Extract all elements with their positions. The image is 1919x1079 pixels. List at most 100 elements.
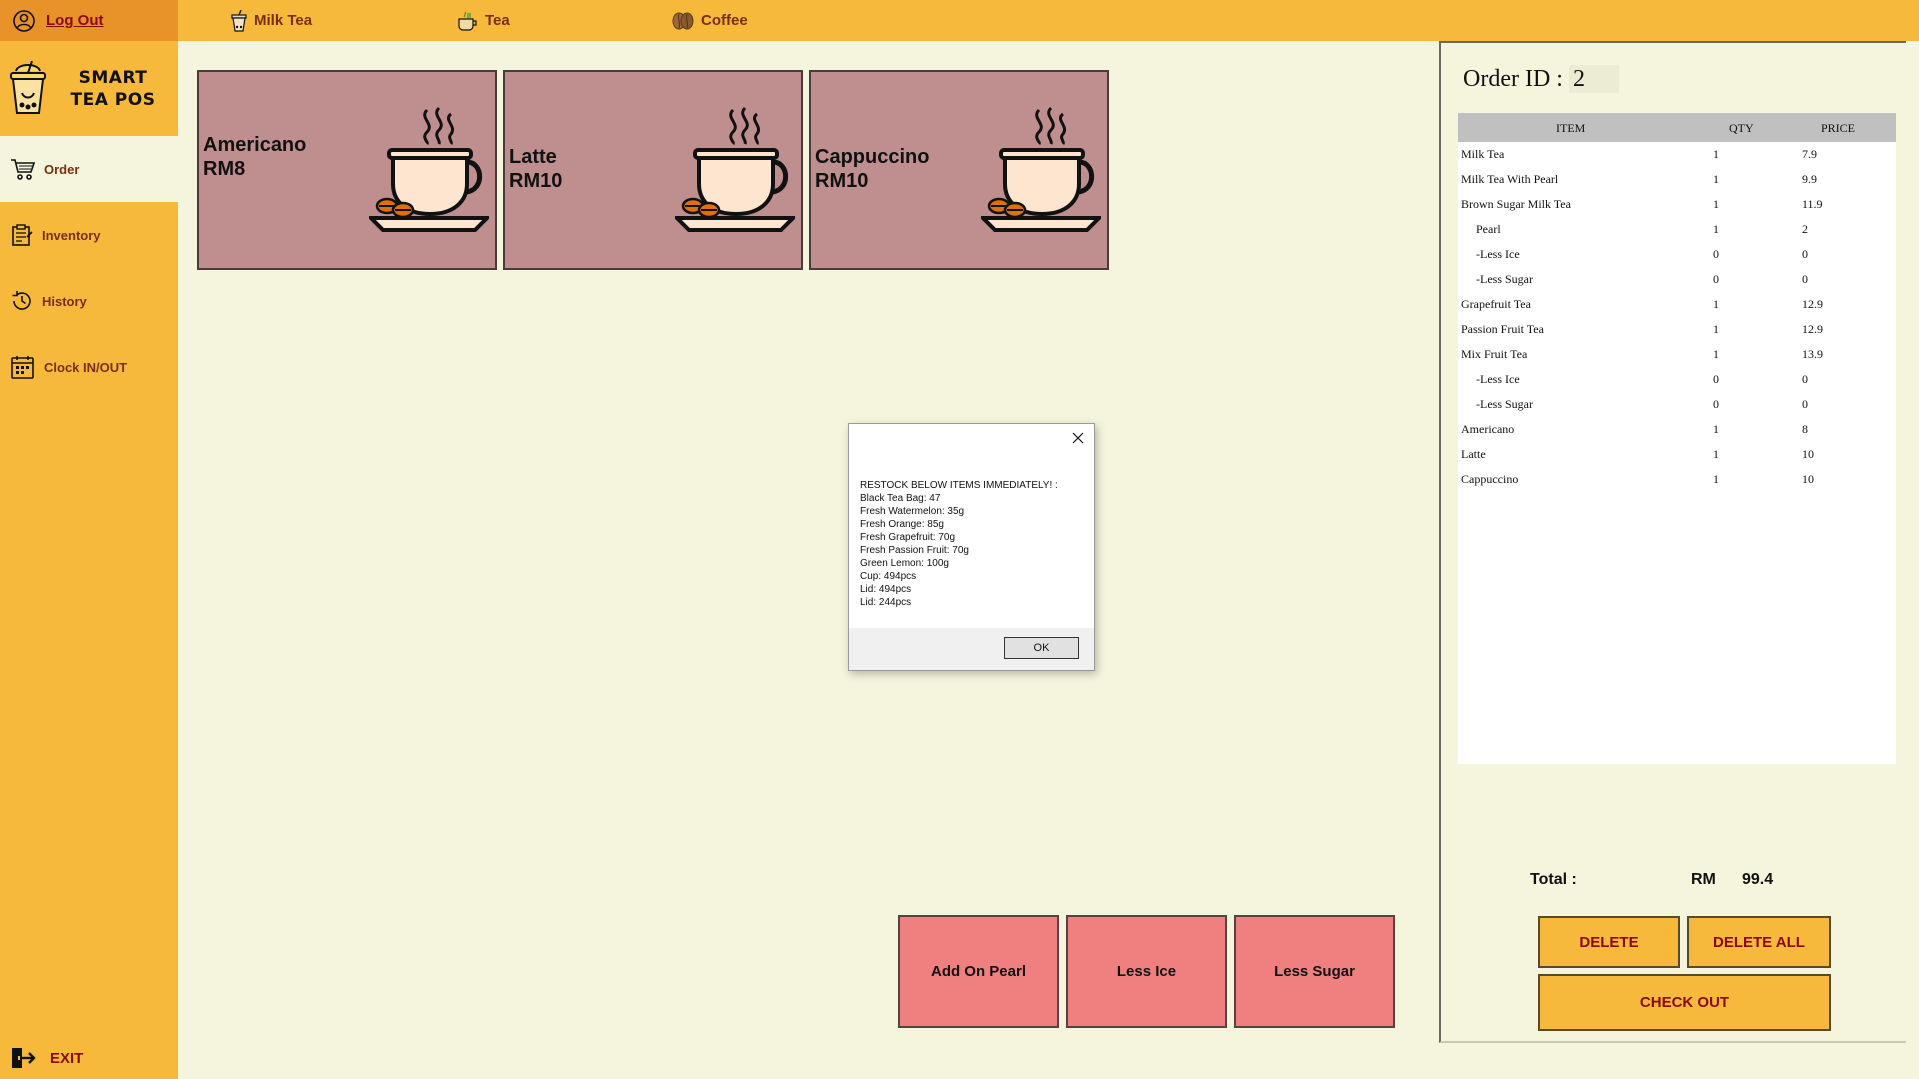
order-id-label: Order ID : <box>1463 65 1563 92</box>
dialog-line: Black Tea Bag: 47 <box>860 493 941 504</box>
column-header-item: ITEM <box>1556 121 1586 135</box>
product-price: RM8 <box>203 158 246 180</box>
table-row[interactable]: Mix Fruit Tea 1 13.9 <box>1458 342 1896 367</box>
table-row[interactable]: -Less Sugar 0 0 <box>1458 267 1896 292</box>
cell-item: -Less Ice <box>1476 372 1520 386</box>
table-row[interactable]: -Less Ice 0 0 <box>1458 242 1896 267</box>
cell-price: 0 <box>1802 247 1808 261</box>
checkout-button[interactable]: CHECK OUT <box>1538 974 1831 1031</box>
milk-tea-icon <box>231 9 247 32</box>
cell-qty: 1 <box>1713 297 1719 311</box>
tab-milk-tea[interactable]: Milk Tea <box>230 0 312 41</box>
cell-price: 2 <box>1802 222 1808 236</box>
logout-label: Log Out <box>46 12 104 29</box>
product-card-cappuccino[interactable]: Cappuccino RM10 <box>809 70 1109 270</box>
sidebar-item-label: Order <box>44 161 80 177</box>
product-price: RM10 <box>509 170 563 192</box>
table-row[interactable]: Milk Tea 1 7.9 <box>1458 142 1896 167</box>
cell-price: 11.9 <box>1802 197 1823 211</box>
dialog-line: Lid: 494pcs <box>860 584 912 595</box>
sidebar-item-label: Clock IN/OUT <box>44 359 128 375</box>
sidebar-item-order[interactable]: Order <box>0 136 178 202</box>
cell-qty: 1 <box>1713 472 1719 486</box>
coffee-cup-icon <box>369 106 489 232</box>
product-card-latte[interactable]: Latte RM10 <box>503 70 803 270</box>
cell-price: 7.9 <box>1802 147 1817 161</box>
order-panel: Order ID : 2 ITEM QTY PRICE Milk Tea 1 7.9… <box>1439 41 1906 1043</box>
product-name: Americano <box>203 134 307 156</box>
table-row[interactable]: Milk Tea With Pearl 1 9.9 <box>1458 167 1896 192</box>
table-row[interactable]: Grapefruit Tea 1 12.9 <box>1458 292 1896 317</box>
cell-item: -Less Sugar <box>1476 397 1533 411</box>
cell-item: Milk Tea <box>1461 147 1505 161</box>
sidebar-item-history[interactable]: History <box>0 268 178 334</box>
button-label: DELETE ALL <box>1713 933 1805 951</box>
less-ice-button[interactable]: Less Ice <box>1066 915 1227 1028</box>
dialog-line: Fresh Watermelon: 35g <box>860 506 965 517</box>
logout-button[interactable]: Log Out <box>0 0 178 41</box>
order-id-value: 2 <box>1568 65 1619 93</box>
category-bar: Milk Tea Tea Coffee <box>178 0 1919 41</box>
cell-price: 13.9 <box>1802 347 1823 361</box>
cell-item: Passion Fruit Tea <box>1461 322 1544 336</box>
add-on-pearl-button[interactable]: Add On Pearl <box>898 915 1059 1028</box>
restock-alert-dialog: RESTOCK BELOW ITEMS IMMEDIATELY! : Black … <box>848 423 1095 671</box>
button-label: DELETE <box>1579 933 1639 951</box>
cell-price: 12.9 <box>1802 297 1823 311</box>
order-table[interactable]: ITEM QTY PRICE Milk Tea 1 7.9 Milk Tea With… <box>1458 113 1896 764</box>
coffee-cup-icon <box>981 106 1101 232</box>
tab-label: Coffee <box>701 12 748 29</box>
sidebar-item-inventory[interactable]: Inventory <box>0 202 178 268</box>
table-row[interactable]: Americano 1 8 <box>1458 417 1896 442</box>
table-row[interactable]: Cappuccino 1 10 <box>1458 467 1896 492</box>
dialog-line: Fresh Orange: 85g <box>860 519 944 530</box>
cell-qty: 0 <box>1713 372 1719 386</box>
cell-item: Pearl <box>1476 222 1501 236</box>
sidebar-item-label: History <box>42 293 87 309</box>
cell-item: Mix Fruit Tea <box>1461 347 1528 361</box>
dialog-line: RESTOCK BELOW ITEMS IMMEDIATELY! : <box>860 480 1058 491</box>
cell-price: 12.9 <box>1802 322 1823 336</box>
cell-price: 0 <box>1802 272 1808 286</box>
product-name: Latte <box>509 146 557 168</box>
exit-button[interactable]: EXIT <box>0 1040 178 1076</box>
table-row[interactable]: -Less Ice 0 0 <box>1458 367 1896 392</box>
product-card-americano[interactable]: Americano RM8 <box>197 70 497 270</box>
app-logo: SMART TEA POS <box>0 41 178 136</box>
ok-button[interactable]: OK <box>1004 637 1079 659</box>
dialog-line: Green Lemon: 100g <box>860 558 949 569</box>
sidebar-item-clock[interactable]: Clock IN/OUT <box>0 334 178 400</box>
table-row[interactable]: Pearl 1 2 <box>1458 217 1896 242</box>
exit-label: EXIT <box>50 1049 84 1067</box>
cell-item: Grapefruit Tea <box>1461 297 1531 311</box>
delete-button[interactable]: DELETE <box>1538 916 1680 968</box>
order-table-header: ITEM QTY PRICE <box>1458 113 1896 142</box>
close-icon[interactable] <box>1070 430 1086 446</box>
cell-qty: 0 <box>1713 397 1719 411</box>
dialog-line: Fresh Grapefruit: 70g <box>860 532 956 543</box>
calendar-icon <box>11 356 34 379</box>
cell-qty: 1 <box>1713 197 1719 211</box>
dialog-line: Cup: 494pcs <box>860 571 917 582</box>
sidebar-item-label: Inventory <box>42 227 101 243</box>
order-id: Order ID : 2 <box>1463 65 1619 93</box>
tab-label: Tea <box>485 12 510 29</box>
button-label: CHECK OUT <box>1639 994 1730 1011</box>
cell-item: Americano <box>1461 422 1515 436</box>
cell-item: Brown Sugar Milk Tea <box>1461 197 1571 211</box>
table-row[interactable]: -Less Sugar 0 0 <box>1458 392 1896 417</box>
cell-item: Latte <box>1461 447 1486 461</box>
tab-tea[interactable]: Tea <box>457 0 510 41</box>
delete-all-button[interactable]: DELETE ALL <box>1687 916 1831 968</box>
cell-item: -Less Ice <box>1476 247 1520 261</box>
button-label: OK <box>1033 642 1050 654</box>
tab-coffee[interactable]: Coffee <box>671 0 748 41</box>
cell-item: Milk Tea With Pearl <box>1461 172 1559 186</box>
table-row[interactable]: Brown Sugar Milk Tea 1 11.9 <box>1458 192 1896 217</box>
total-value: 99.4 <box>1742 871 1774 888</box>
exit-icon <box>12 1048 36 1068</box>
table-row[interactable]: Passion Fruit Tea 1 12.9 <box>1458 317 1896 342</box>
dialog-message: RESTOCK BELOW ITEMS IMMEDIATELY! : Black … <box>860 479 1085 609</box>
less-sugar-button[interactable]: Less Sugar <box>1234 915 1395 1028</box>
table-row[interactable]: Latte 1 10 <box>1458 442 1896 467</box>
